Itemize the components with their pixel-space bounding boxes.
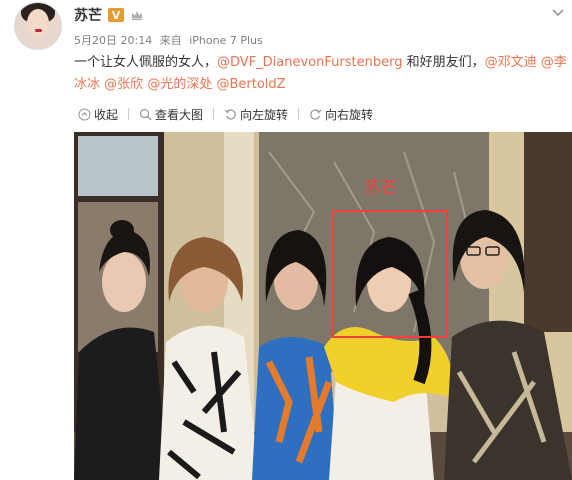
- highlight-frame: [332, 210, 448, 338]
- username[interactable]: 苏芒: [74, 5, 102, 25]
- group-photo: [74, 132, 572, 480]
- magnifier-icon: [139, 108, 152, 120]
- image-toolbar: 收起 查看大图 向左旋转 向右旋转: [74, 102, 568, 126]
- post-time[interactable]: 5月20日 20:14: [74, 34, 152, 47]
- mention-link[interactable]: @张欣: [104, 77, 143, 92]
- rotate-right-label: 向右旋转: [325, 107, 374, 122]
- post-meta: 5月20日 20:14 来自 iPhone 7 Plus: [74, 32, 267, 48]
- verified-v-icon[interactable]: V: [108, 8, 124, 22]
- post-device[interactable]: iPhone 7 Plus: [189, 34, 263, 47]
- mention-link[interactable]: @邓文迪: [485, 55, 537, 70]
- rotate-left-button[interactable]: 向左旋转: [220, 106, 292, 123]
- crown-badge-icon[interactable]: [130, 8, 144, 22]
- rotate-right-icon: [310, 108, 322, 120]
- collapse-label: 收起: [94, 107, 119, 122]
- view-large-button[interactable]: 查看大图: [135, 106, 207, 123]
- source-prefix: 来自: [159, 34, 182, 47]
- collapse-icon: [78, 108, 91, 120]
- post-text-segment: 一个让女人佩服的女人，: [74, 55, 218, 70]
- avatar[interactable]: [14, 2, 62, 50]
- rotate-left-icon: [224, 108, 236, 120]
- post-text: 一个让女人佩服的女人，@DVF_DianevonFurstenberg 和好朋友…: [74, 52, 568, 96]
- post-photo[interactable]: 苏芒: [74, 132, 572, 480]
- chevron-down-icon[interactable]: [550, 4, 566, 20]
- mention-link[interactable]: @BertoldZ: [216, 77, 285, 92]
- rotate-left-label: 向左旋转: [240, 107, 289, 122]
- post-text-segment: 和好朋友们，: [402, 55, 485, 70]
- weibo-post: 苏芒 V 5月20日 20:14 来自 iPhone 7 Plus 一个让女人佩…: [0, 0, 572, 480]
- mention-link[interactable]: @DVF_DianevonFurstenberg: [217, 55, 402, 70]
- author-row: 苏芒 V: [74, 6, 144, 24]
- view-large-label: 查看大图: [155, 107, 204, 122]
- collapse-button[interactable]: 收起: [74, 106, 122, 123]
- mention-link[interactable]: @光的深处: [147, 77, 212, 92]
- photo-annotation: 苏芒: [364, 178, 399, 197]
- rotate-right-button[interactable]: 向右旋转: [305, 106, 377, 123]
